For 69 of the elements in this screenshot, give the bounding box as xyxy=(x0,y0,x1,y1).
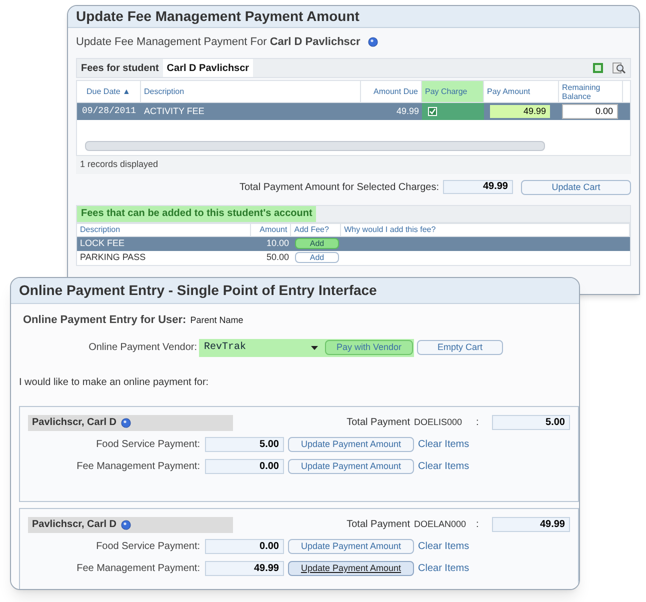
payment-amount-field[interactable]: 0.00 xyxy=(205,459,284,474)
table-cell-text: 09/28/2011 xyxy=(80,104,137,118)
fee-row[interactable]: PARKING PASS 50.00 Add xyxy=(77,250,630,264)
update-cart-button[interactable]: Update Cart xyxy=(521,180,631,194)
user-name: Parent Name xyxy=(190,314,244,327)
remaining-balance-field[interactable]: 0.00 xyxy=(562,104,618,120)
add-fee-button[interactable]: Add xyxy=(295,252,339,263)
update-payment-button[interactable]: Update Payment Amount xyxy=(288,437,414,452)
student-code: DOELAN000 xyxy=(414,518,468,531)
clear-items-link[interactable]: Clear Items xyxy=(418,437,470,452)
empty-cart-button[interactable]: Empty Cart xyxy=(417,340,503,355)
total-label: Total Payment Amount for Selected Charges: xyxy=(239,180,439,194)
panel-label: Fees for student xyxy=(81,62,159,76)
info-icon[interactable] xyxy=(120,520,130,530)
payment-amount-field[interactable]: 0.00 xyxy=(205,539,284,554)
colon-text: : xyxy=(476,518,480,532)
total-field[interactable]: 49.99 xyxy=(443,180,513,194)
intro-text: I would like to make an online payment for: xyxy=(19,376,210,390)
info-icon[interactable] xyxy=(368,37,378,47)
column-header[interactable]: Add Fee? xyxy=(291,224,342,236)
clear-items-link[interactable]: Clear Items xyxy=(418,459,470,474)
table-cell-text: 50.00 xyxy=(265,250,290,264)
update-payment-button[interactable]: Update Payment Amount xyxy=(288,539,414,554)
dropdown-caret-icon xyxy=(311,346,318,350)
clear-items-link[interactable]: Clear Items xyxy=(418,561,470,576)
payment-amount-field[interactable]: 5.00 xyxy=(205,437,284,452)
total-payment-field[interactable]: 5.00 xyxy=(492,415,570,430)
info-icon[interactable] xyxy=(120,418,130,428)
student-name: Pavlichscr, Carl D xyxy=(32,518,116,532)
payment-label: Food Service Payment: xyxy=(95,540,201,554)
search-icon[interactable] xyxy=(612,61,626,75)
spreadsheet-icon[interactable] xyxy=(592,62,604,74)
pay-amount-field[interactable]: 49.99 xyxy=(490,104,550,118)
table-cell-text: 10.00 xyxy=(265,236,290,250)
total-payment-field[interactable]: 49.99 xyxy=(492,517,570,532)
addable-fees-title: Fees that can be added to this student's account xyxy=(77,206,316,222)
table-cell-text: PARKING PASS xyxy=(79,250,147,264)
charge-row[interactable]: 09/28/2011 ACTIVITY FEE 49.99 49.99 0.00 xyxy=(77,103,630,120)
horizontal-scrollbar[interactable] xyxy=(85,141,545,151)
column-header[interactable]: Pay Charge xyxy=(422,81,484,102)
table-cell-text: LOCK FEE xyxy=(79,236,126,250)
page-heading: Update Fee Management Payment For Carl D Pavlichscr xyxy=(76,34,360,50)
column-header[interactable]: Description xyxy=(77,224,252,236)
table-cell-text: 49.99 xyxy=(395,104,420,118)
total-payment-label: Total Payment xyxy=(346,416,410,430)
update-payment-button[interactable]: Update Payment Amount xyxy=(288,561,414,576)
pay-with-vendor-button[interactable]: Pay with Vendor xyxy=(325,340,413,355)
fee-row[interactable]: LOCK FEE 10.00 Add xyxy=(77,236,630,250)
total-payment-label: Total Payment xyxy=(346,518,410,532)
window-title: Online Payment Entry - Single Point of Entry Interface xyxy=(19,281,377,300)
payment-label: Fee Management Payment: xyxy=(76,460,201,474)
payment-amount-field[interactable]: 49.99 xyxy=(205,561,284,576)
payment-label: Food Service Payment: xyxy=(95,438,201,452)
student-name: Pavlichscr, Carl D xyxy=(32,416,116,430)
update-payment-button[interactable]: Update Payment Amount xyxy=(288,459,414,474)
pay-charge-checkbox[interactable] xyxy=(428,107,437,116)
student-name-tab[interactable]: Carl D Pavlichscr xyxy=(162,59,254,77)
table-cell-text: ACTIVITY FEE xyxy=(143,104,206,118)
column-header[interactable]: Amount xyxy=(251,224,292,236)
records-count: 1 records displayed xyxy=(76,156,631,174)
window-title: Update Fee Management Payment Amount xyxy=(76,7,360,26)
clear-items-link[interactable]: Clear Items xyxy=(418,539,470,554)
payment-label: Fee Management Payment: xyxy=(76,562,201,576)
column-header[interactable]: Why would I add this fee? xyxy=(341,224,630,236)
colon-text: : xyxy=(476,416,480,430)
vendor-label: Online Payment Vendor: xyxy=(88,341,198,355)
add-fee-button[interactable]: Add xyxy=(295,238,339,249)
student-code: DOELIS000 xyxy=(414,416,464,429)
user-label: Online Payment Entry for User: xyxy=(23,313,186,328)
